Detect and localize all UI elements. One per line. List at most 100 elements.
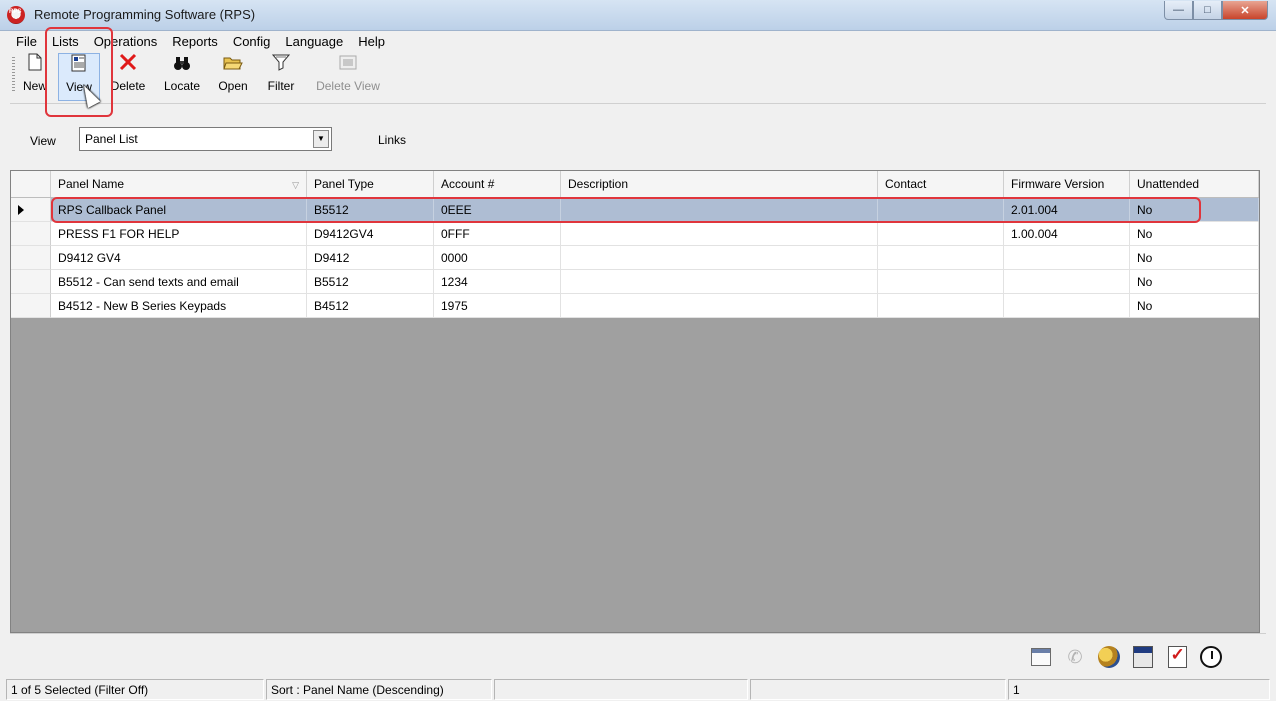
- panel-list-grid: Panel Name ▽ Panel Type Account # Descri…: [10, 170, 1260, 633]
- cell-panel-name: PRESS F1 FOR HELP: [51, 222, 307, 246]
- binoculars-icon: [158, 53, 206, 79]
- view-dropdown[interactable]: Panel List ▼: [79, 127, 332, 151]
- close-button[interactable]: ✕: [1222, 1, 1268, 20]
- window-controls: — □ ✕: [1164, 1, 1268, 20]
- cell-firmware-version: [1004, 294, 1130, 318]
- column-header-label: Panel Name: [58, 177, 125, 191]
- highlight-lists-view: [45, 27, 113, 117]
- table-row[interactable]: B5512 - Can send texts and email B5512 1…: [11, 270, 1259, 294]
- column-header-account[interactable]: Account #: [434, 171, 561, 197]
- cell-panel-name: B4512 - New B Series Keypads: [51, 294, 307, 318]
- sort-descending-icon: ▽: [292, 180, 299, 190]
- title-bar: RPS Remote Programming Software (RPS) — …: [0, 0, 1276, 31]
- cell-unattended: No: [1130, 246, 1259, 270]
- cell-description: [561, 270, 878, 294]
- chevron-down-icon[interactable]: ▼: [313, 130, 329, 148]
- maximize-icon: □: [1204, 4, 1211, 16]
- cell-panel-name: D9412 GV4: [51, 246, 307, 270]
- menu-language[interactable]: Language: [279, 31, 352, 51]
- cell-firmware-version: [1004, 246, 1130, 270]
- menu-bar: File Lists Operations Reports Config Lan…: [10, 31, 1266, 51]
- report-icon[interactable]: [1130, 644, 1156, 670]
- app-icon-text: RPS: [9, 9, 22, 15]
- close-icon: ✕: [1240, 4, 1250, 17]
- row-indicator: [11, 222, 51, 246]
- window-title: Remote Programming Software (RPS): [34, 7, 256, 22]
- column-header-panel-name[interactable]: Panel Name ▽: [51, 171, 307, 197]
- cell-contact: [878, 270, 1004, 294]
- cell-account: 1975: [434, 294, 561, 318]
- highlight-selected-row: [51, 197, 1201, 223]
- menu-file[interactable]: File: [10, 31, 46, 51]
- cell-firmware-version: [1004, 270, 1130, 294]
- cell-account: 0FFF: [434, 222, 561, 246]
- cell-contact: [878, 246, 1004, 270]
- view-dropdown-value: Panel List: [85, 132, 138, 146]
- column-header-contact[interactable]: Contact: [878, 171, 1004, 197]
- cell-unattended: No: [1130, 294, 1259, 318]
- status-count: 1: [1008, 679, 1270, 700]
- column-header-panel-type[interactable]: Panel Type: [307, 171, 434, 197]
- toolbar-grip[interactable]: [12, 57, 15, 93]
- links-label: Links: [378, 133, 407, 147]
- cell-unattended: No: [1130, 222, 1259, 246]
- view-label-text: View: [30, 134, 56, 148]
- row-indicator-header: [11, 171, 51, 197]
- locate-button[interactable]: Locate: [158, 53, 206, 99]
- table-row[interactable]: B4512 - New B Series Keypads B4512 1975 …: [11, 294, 1259, 318]
- users-icon[interactable]: [1096, 644, 1122, 670]
- open-button[interactable]: Open: [213, 53, 253, 99]
- menu-reports[interactable]: Reports: [166, 31, 227, 51]
- status-sort: Sort : Panel Name (Descending): [266, 679, 492, 700]
- column-header-description[interactable]: Description: [561, 171, 878, 197]
- cell-description: [561, 222, 878, 246]
- status-selection: 1 of 5 Selected (Filter Off): [6, 679, 264, 700]
- delete-view-icon: [308, 53, 388, 79]
- checklist-icon[interactable]: ✓: [1164, 644, 1190, 670]
- quick-icon-bar: ✆ ✓: [10, 633, 1266, 677]
- menu-config[interactable]: Config: [227, 31, 280, 51]
- phone-icon[interactable]: ✆: [1062, 644, 1088, 670]
- status-panel-3: [494, 679, 748, 700]
- filter-label: Filter: [267, 79, 295, 93]
- cell-contact: [878, 222, 1004, 246]
- row-indicator: [11, 246, 51, 270]
- row-indicator: [11, 198, 51, 222]
- filter-button[interactable]: Filter: [262, 53, 300, 99]
- current-row-arrow-icon: [18, 205, 24, 215]
- toolbar: New View Delete Locate Open Filter Delet…: [10, 51, 1266, 104]
- cell-contact: [878, 294, 1004, 318]
- row-indicator: [11, 270, 51, 294]
- clock-icon[interactable]: [1198, 644, 1224, 670]
- column-header-firmware-version[interactable]: Firmware Version: [1004, 171, 1130, 197]
- cell-description: [561, 246, 878, 270]
- cell-panel-type: D9412: [307, 246, 434, 270]
- view-selector-row: View Panel List ▼ Links: [10, 112, 1266, 166]
- table-row[interactable]: D9412 GV4 D9412 0000 No: [11, 246, 1259, 270]
- calendar-icon[interactable]: [1028, 644, 1054, 670]
- status-bar: 1 of 5 Selected (Filter Off) Sort : Pane…: [0, 677, 1276, 701]
- cell-panel-name: B5512 - Can send texts and email: [51, 270, 307, 294]
- open-label: Open: [218, 79, 248, 93]
- table-row[interactable]: PRESS F1 FOR HELP D9412GV4 0FFF 1.00.004…: [11, 222, 1259, 246]
- cell-panel-type: D9412GV4: [307, 222, 434, 246]
- filter-funnel-icon: [262, 53, 300, 79]
- delete-view-label: Delete View: [316, 79, 380, 93]
- column-header-unattended[interactable]: Unattended: [1130, 171, 1259, 197]
- cell-panel-type: B4512: [307, 294, 434, 318]
- grid-header: Panel Name ▽ Panel Type Account # Descri…: [11, 171, 1259, 198]
- cell-account: 0000: [434, 246, 561, 270]
- locate-label: Locate: [163, 79, 201, 93]
- maximize-button[interactable]: □: [1193, 1, 1222, 20]
- cell-account: 1234: [434, 270, 561, 294]
- cell-description: [561, 294, 878, 318]
- status-panel-4: [750, 679, 1006, 700]
- minimize-button[interactable]: —: [1164, 1, 1193, 20]
- cell-unattended: No: [1130, 270, 1259, 294]
- open-folder-icon: [213, 53, 253, 79]
- minimize-icon: —: [1173, 4, 1184, 16]
- menu-help[interactable]: Help: [352, 31, 394, 51]
- delete-view-button[interactable]: Delete View: [308, 53, 388, 99]
- cell-firmware-version: 1.00.004: [1004, 222, 1130, 246]
- row-indicator: [11, 294, 51, 318]
